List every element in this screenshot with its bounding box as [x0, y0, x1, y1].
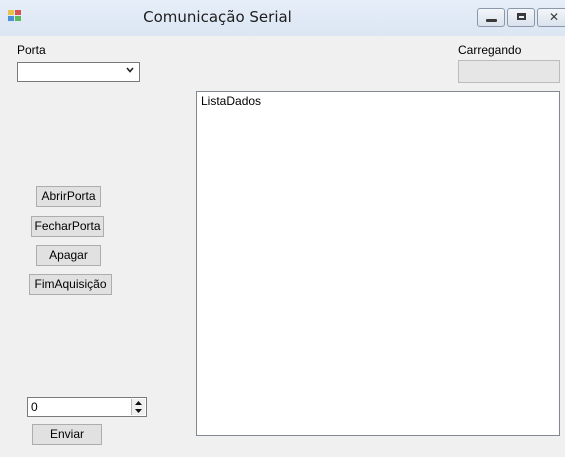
carregando-progress-bar: [458, 60, 560, 83]
carregando-label: Carregando: [458, 43, 522, 57]
main-window: Comunicação Serial ✕ Porta Carregando Li…: [0, 0, 565, 457]
spin-buttons[interactable]: [131, 399, 145, 415]
abrir-porta-button[interactable]: AbrirPorta: [36, 186, 101, 207]
minimize-button[interactable]: [477, 8, 505, 27]
porta-combobox[interactable]: [17, 62, 140, 82]
chevron-down-icon: [126, 67, 134, 73]
numeric-value: 0: [31, 400, 38, 414]
maximize-icon: [517, 13, 526, 20]
minimize-icon: [486, 19, 497, 22]
fim-aquisicao-button[interactable]: FimAquisição: [29, 274, 112, 295]
list-item[interactable]: ListaDados: [201, 94, 261, 108]
enviar-button[interactable]: Enviar: [32, 424, 102, 445]
porta-label: Porta: [17, 43, 46, 57]
arrow-up-icon: [135, 401, 142, 405]
spin-down-button[interactable]: [132, 407, 145, 415]
title-bar[interactable]: Comunicação Serial ✕: [0, 0, 565, 36]
numeric-updown[interactable]: 0: [27, 397, 147, 417]
arrow-down-icon: [135, 409, 142, 413]
close-icon: ✕: [549, 10, 560, 24]
apagar-button[interactable]: Apagar: [36, 245, 101, 266]
close-button[interactable]: ✕: [537, 8, 565, 27]
spin-up-button[interactable]: [132, 399, 145, 407]
maximize-button[interactable]: [507, 8, 535, 27]
lista-dados-listbox[interactable]: ListaDados: [196, 91, 560, 436]
fechar-porta-button[interactable]: FecharPorta: [31, 216, 104, 237]
